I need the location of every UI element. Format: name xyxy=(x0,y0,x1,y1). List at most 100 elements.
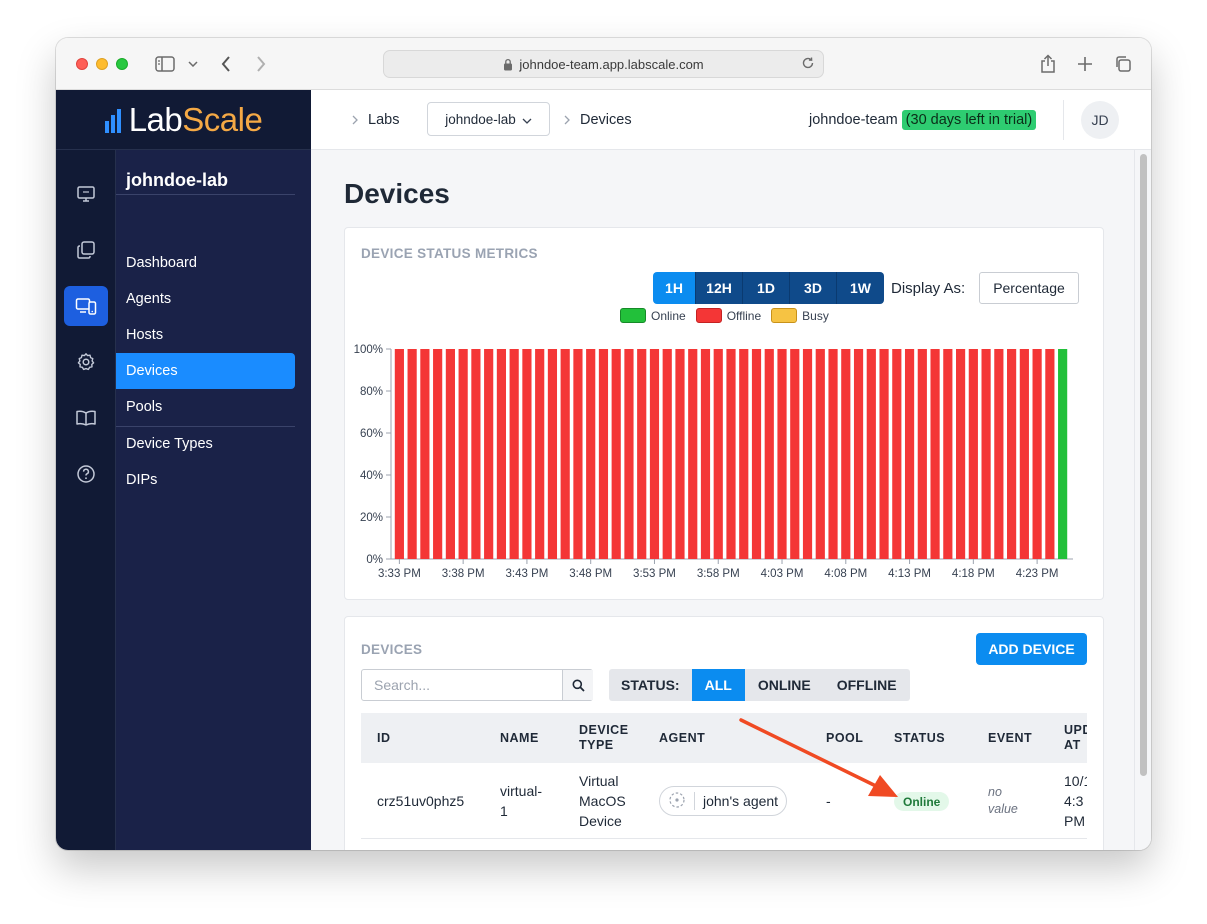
device-id[interactable]: crz51uv0phz5 xyxy=(377,763,464,839)
bar-offline xyxy=(828,349,838,559)
x-tick-label: 3:58 PM xyxy=(697,568,740,580)
y-tick-label: 40% xyxy=(360,470,383,482)
page-title: Devices xyxy=(344,178,450,209)
url-text: johndoe-team.app.labscale.com xyxy=(519,56,704,72)
bar-offline xyxy=(802,349,813,559)
bar-offline xyxy=(790,349,800,559)
column-header-status[interactable]: STATUS xyxy=(894,713,945,763)
sidebar-item-dashboard[interactable]: Dashboard xyxy=(116,245,295,281)
bar-offline xyxy=(484,349,494,559)
search-icon[interactable] xyxy=(562,670,593,700)
y-tick-label: 0% xyxy=(366,554,383,566)
bar-offline xyxy=(968,349,978,559)
avatar[interactable]: JD xyxy=(1081,101,1119,139)
logo-bars-icon xyxy=(104,108,121,133)
bar-offline xyxy=(394,349,404,559)
column-header-updated-at[interactable]: UPDAT xyxy=(1064,713,1087,763)
address-bar[interactable]: johndoe-team.app.labscale.com xyxy=(383,50,824,78)
bar-offline xyxy=(407,349,417,559)
device-updated-at: 10/14:3PM xyxy=(1064,773,1087,829)
close-window-button[interactable] xyxy=(76,58,88,70)
column-header-device-type[interactable]: DEVICE TYPE xyxy=(579,713,629,763)
brand-logo[interactable]: LabScale xyxy=(56,90,311,150)
device-pool: - xyxy=(826,793,831,809)
add-device-button[interactable]: ADD DEVICE xyxy=(976,633,1087,665)
status-all-button[interactable]: ALL xyxy=(691,669,745,701)
bar-offline xyxy=(598,349,609,559)
back-icon[interactable] xyxy=(216,52,236,76)
sidebar-divider xyxy=(116,194,295,195)
copy-icon[interactable] xyxy=(64,230,108,270)
sidebar: johndoe-lab Dashboard Agents Hosts Devic… xyxy=(116,150,311,850)
chevron-down-icon[interactable] xyxy=(184,52,202,76)
column-header-pool[interactable]: POOL xyxy=(826,713,863,763)
bar-offline xyxy=(981,349,991,559)
bar-online xyxy=(1058,349,1068,559)
zoom-window-button[interactable] xyxy=(116,58,128,70)
table-row[interactable]: crz51uv0phz5 virtual- 1 Virtual MacOS Devic… xyxy=(361,763,1087,839)
bar-offline xyxy=(994,349,1004,559)
gear-icon[interactable] xyxy=(64,342,108,382)
bar-offline xyxy=(611,349,621,559)
tab-overview-icon[interactable] xyxy=(1112,52,1134,76)
devices-icon[interactable] xyxy=(64,286,108,326)
bar-offline xyxy=(700,349,711,559)
sidebar-item-devices[interactable]: Devices xyxy=(116,353,295,389)
x-tick-label: 4:18 PM xyxy=(952,568,995,580)
help-icon[interactable] xyxy=(64,454,108,494)
bar-offline xyxy=(764,349,774,559)
bar-offline xyxy=(496,349,507,559)
status-online-button[interactable]: ONLINE xyxy=(745,669,824,701)
top-bar: Labs johndoe-lab Devices johndoe-team (3… xyxy=(311,90,1151,150)
lab-name: johndoe-lab xyxy=(126,170,228,190)
x-tick-label: 3:53 PM xyxy=(633,568,676,580)
forward-icon[interactable] xyxy=(251,52,271,76)
new-tab-icon[interactable] xyxy=(1074,52,1096,76)
chevron-down-icon xyxy=(522,112,532,127)
team-name[interactable]: johndoe-team xyxy=(809,112,898,128)
chip-divider xyxy=(694,792,695,810)
bar-offline xyxy=(815,349,825,559)
breadcrumb-labs[interactable]: Labs xyxy=(368,112,399,128)
search-input[interactable] xyxy=(362,670,562,700)
bar-offline xyxy=(1032,349,1042,559)
column-header-agent[interactable]: AGENT xyxy=(659,713,705,763)
sidebar-item-dips[interactable]: DIPs xyxy=(116,462,295,498)
column-header-event[interactable]: EVENT xyxy=(988,713,1032,763)
bar-offline xyxy=(866,349,876,559)
x-tick-label: 4:13 PM xyxy=(888,568,931,580)
bar-offline xyxy=(535,349,545,559)
status-filter-label: STATUS: xyxy=(621,677,680,693)
bar-offline xyxy=(739,349,749,559)
status-offline-button[interactable]: OFFLINE xyxy=(824,669,910,701)
team-info: johndoe-team (30 days left in trial) xyxy=(809,90,1037,150)
y-tick-label: 80% xyxy=(360,386,383,398)
device-event: no value xyxy=(988,785,1018,816)
y-tick-label: 60% xyxy=(360,428,383,440)
scrollbar-thumb[interactable] xyxy=(1140,154,1147,776)
sidebar-item-agents[interactable]: Agents xyxy=(116,281,295,317)
sidebar-item-hosts[interactable]: Hosts xyxy=(116,317,295,353)
column-header-id[interactable]: ID xyxy=(377,713,391,763)
bar-offline xyxy=(751,349,762,559)
column-header-name[interactable]: NAME xyxy=(500,713,539,763)
sidebar-toggle-icon[interactable] xyxy=(152,52,178,76)
app: LabScale johndoe-lab Dashboard Agents Ho… xyxy=(56,90,1151,850)
main-content: Devices DEVICE STATUS METRICS 1H 12H 1D … xyxy=(311,150,1151,850)
reload-icon[interactable] xyxy=(801,56,815,70)
scrollbar[interactable] xyxy=(1134,150,1151,850)
share-icon[interactable] xyxy=(1037,52,1059,76)
bar-offline xyxy=(471,349,481,559)
bar-offline xyxy=(522,349,532,559)
lab-select[interactable]: johndoe-lab xyxy=(427,102,550,136)
monitor-icon[interactable] xyxy=(64,174,108,214)
minimize-window-button[interactable] xyxy=(96,58,108,70)
sidebar-item-device-types[interactable]: Device Types xyxy=(116,426,295,462)
bar-offline xyxy=(879,349,889,559)
book-icon[interactable] xyxy=(64,398,108,438)
x-tick-label: 3:33 PM xyxy=(378,568,421,580)
agent-chip[interactable]: john's agent xyxy=(659,786,788,816)
sidebar-item-pools[interactable]: Pools xyxy=(116,389,295,425)
x-tick-label: 4:08 PM xyxy=(824,568,867,580)
agent-name: john's agent xyxy=(703,793,779,809)
